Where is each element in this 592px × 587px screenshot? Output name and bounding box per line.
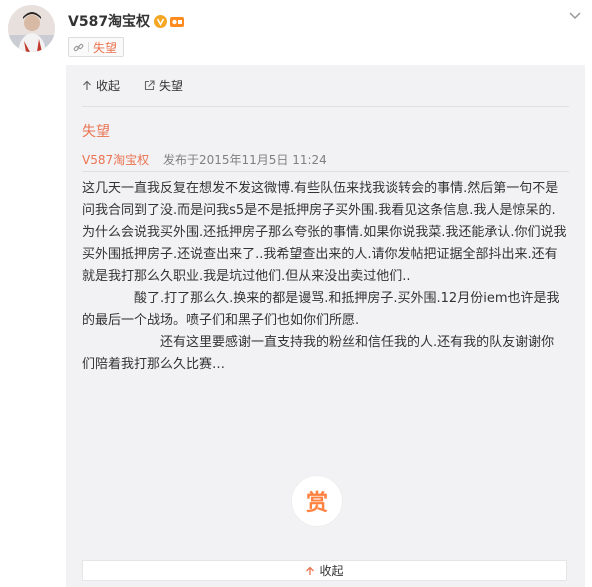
paragraph-3: 还有这里要感谢一直支持我的粉丝和信任我的人.还有我的队友谢谢你们陪着我打那么久比… xyxy=(82,335,555,372)
tag-divider xyxy=(88,42,89,52)
bottom-collapse-label: 收起 xyxy=(319,564,344,578)
article-body: 这几天一直我反复在想发不发这微博.有些队伍来找我谈转会的事情.然后第一句不是问我… xyxy=(82,178,567,376)
chevron-down-icon[interactable] xyxy=(568,10,582,20)
reward-label: 赏 xyxy=(305,491,328,516)
paragraph-2: 酸了.打了那么久.换来的都是谩骂.和抵押房子.买外围.12月份iem也许是我的最… xyxy=(82,291,560,328)
toolbar-divider xyxy=(82,106,569,107)
repost-panel: 收起 失望 失望 V587淘宝权 发布于2015年11月5日 11:24 这几天… xyxy=(66,65,585,587)
link-icon xyxy=(73,43,84,51)
article-meta: V587淘宝权 发布于2015年11月5日 11:24 xyxy=(82,151,327,168)
article-author[interactable]: V587淘宝权 xyxy=(82,153,149,167)
arrow-up-orange-icon xyxy=(306,566,315,575)
level-badge-icon xyxy=(170,16,185,27)
view-original-button[interactable]: 失望 xyxy=(144,77,183,94)
verified-v-icon xyxy=(154,14,168,28)
username-row: V587淘宝权 xyxy=(68,11,185,31)
panel-toolbar: 收起 失望 xyxy=(82,77,183,94)
avatar[interactable] xyxy=(8,5,55,52)
bottom-collapse-button[interactable]: 收起 xyxy=(82,560,567,581)
paragraph-1: 这几天一直我反复在想发不发这微博.有些队伍来找我谈转会的事情.然后第一句不是问我… xyxy=(82,181,567,284)
collapse-button[interactable]: 收起 xyxy=(82,77,120,94)
tag-label[interactable]: 失望 xyxy=(93,39,117,56)
collapse-label: 收起 xyxy=(96,79,121,93)
article-tag[interactable]: 失望 xyxy=(68,37,125,57)
external-link-icon xyxy=(144,80,155,91)
arrow-up-icon xyxy=(83,80,91,90)
view-original-label: 失望 xyxy=(159,79,184,93)
publish-time: 发布于2015年11月5日 11:24 xyxy=(162,153,327,167)
article-title[interactable]: 失望 xyxy=(82,121,110,141)
reward-button[interactable]: 赏 xyxy=(292,476,342,526)
meta-divider xyxy=(82,171,569,172)
username[interactable]: V587淘宝权 xyxy=(68,11,150,31)
